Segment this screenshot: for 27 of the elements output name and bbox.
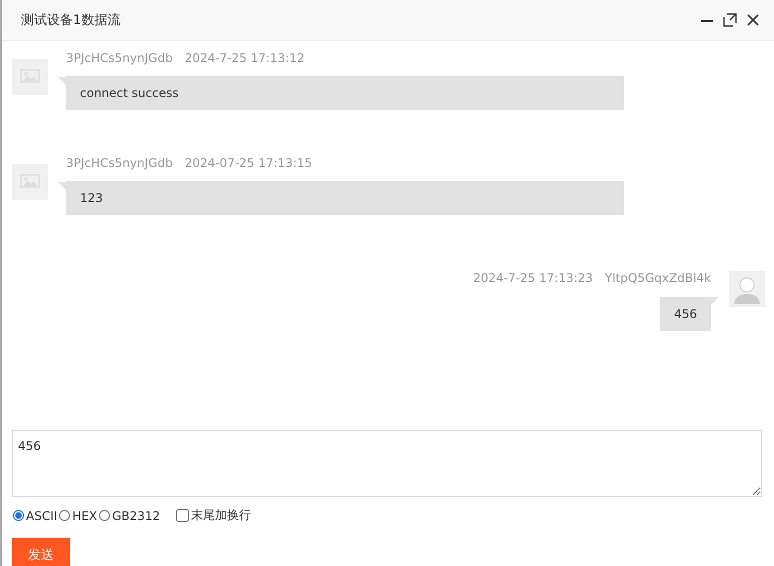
radio-label: HEX [72, 508, 98, 522]
user-avatar-icon [729, 271, 765, 307]
message-time: 2024-7-25 17:13:12 [184, 51, 304, 67]
close-icon[interactable] [746, 13, 760, 27]
bubble-tail [711, 297, 719, 305]
message-time: 2024-07-25 17:13:15 [184, 156, 312, 172]
message-bubble: connect success [66, 76, 624, 110]
encoding-radio[interactable] [99, 510, 110, 521]
newline-checkbox[interactable] [176, 509, 190, 522]
image-placeholder-icon [12, 59, 48, 95]
message-bubble: 456 [660, 297, 711, 331]
image-placeholder-icon [12, 164, 48, 200]
encoding-radio[interactable] [13, 510, 24, 521]
window-title: 测试设备1数据流 [21, 12, 120, 29]
sender-name: 3PJcHCs5nynJGdb [66, 51, 173, 67]
bubble-tail [58, 77, 66, 85]
bubble-tail [58, 182, 66, 190]
message-bubble: 123 [66, 181, 624, 215]
message-time: 2024-7-25 17:13:23 [473, 271, 593, 287]
message-input[interactable]: 456 [12, 430, 762, 497]
checkbox-label: 末尾加换行 [191, 507, 252, 524]
radio-label: GB2312 [112, 508, 160, 522]
sender-name: 3PJcHCs5nynJGdb [66, 156, 173, 172]
encoding-radio[interactable] [59, 510, 70, 521]
maximize-icon[interactable] [723, 13, 737, 27]
radio-label: ASCII [26, 508, 58, 522]
sender-name: YltpQ5GqxZdBl4k [604, 271, 711, 287]
